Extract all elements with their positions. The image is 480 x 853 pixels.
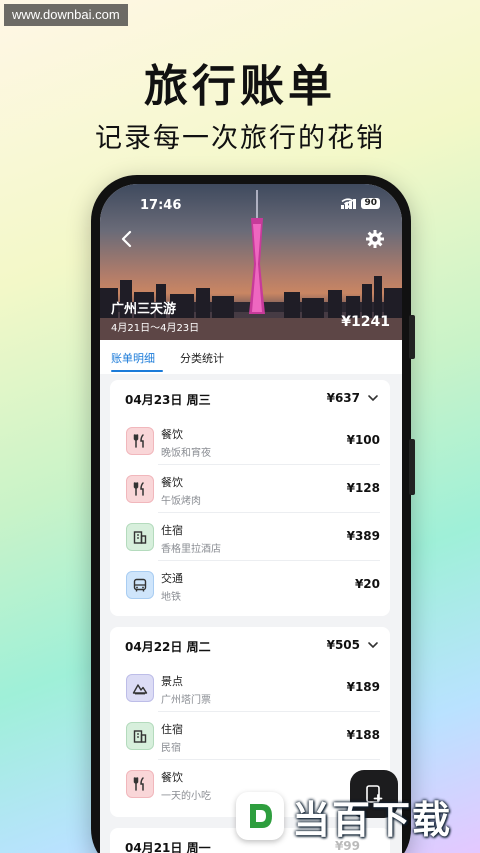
tab-category-stats[interactable]: 分类统计	[180, 350, 224, 366]
trip-cover-image: 17:46 90 广州三天游 4月21日～4月23日 ¥1241	[100, 184, 402, 340]
tab-bill-details[interactable]: 账单明细	[111, 350, 155, 366]
day-total: ¥505	[326, 638, 360, 652]
hotel-icon	[126, 722, 154, 750]
expense-note: 香格里拉酒店	[161, 544, 221, 555]
bus-icon	[126, 571, 154, 599]
day-date: 04月21日 周一	[125, 841, 211, 853]
promo-headline: 旅行账单 记录每一次旅行的花销	[0, 60, 480, 155]
expense-row[interactable]: 景点 广州塔门票 ¥189	[110, 663, 390, 711]
day-card: 04月23日 周三 ¥637 餐饮 晚饭和宵夜 ¥100 餐饮 午饭烤肉 ¥12…	[110, 380, 390, 616]
expense-amount: ¥188	[346, 728, 380, 742]
expense-note: 广州塔门票	[161, 695, 211, 706]
day-date: 04月22日 周二	[125, 640, 211, 654]
watermark: www.downbai.com	[4, 4, 128, 26]
chevron-down-icon	[368, 395, 378, 402]
phone-side-button	[409, 315, 415, 359]
trip-dates: 4月21日～4月23日	[111, 323, 200, 334]
chevron-down-icon	[368, 642, 378, 649]
expense-note: 民宿	[161, 743, 181, 754]
logo-mark-icon	[236, 792, 284, 840]
expense-row[interactable]: 交通 地铁 ¥20	[110, 560, 390, 608]
chevron-left-icon	[121, 230, 132, 248]
expense-category: 餐饮	[161, 428, 183, 441]
day-date: 04月23日 周三	[125, 393, 211, 407]
utensils-icon	[126, 770, 154, 798]
expense-row[interactable]: 餐饮 午饭烤肉 ¥128	[110, 464, 390, 512]
expense-amount: ¥100	[346, 433, 380, 447]
day-total: ¥637	[326, 391, 360, 405]
day-header[interactable]: 04月22日 周二 ¥505	[110, 627, 390, 663]
tab-bar: 账单明细 分类统计	[100, 340, 402, 374]
wifi-icon	[341, 198, 355, 208]
app-screen: 17:46 90 广州三天游 4月21日～4月23日 ¥1241 账单明细 分类…	[100, 184, 402, 853]
expense-row[interactable]: 住宿 民宿 ¥188	[110, 711, 390, 759]
status-icons: 90	[341, 198, 380, 209]
expense-category: 交通	[161, 572, 183, 585]
status-time: 17:46	[140, 198, 182, 213]
hotel-icon	[126, 523, 154, 551]
expense-note: 晚饭和宵夜	[161, 448, 211, 459]
expense-amount: ¥389	[346, 529, 380, 543]
expense-note: 午饭烤肉	[161, 496, 201, 507]
canton-tower-image	[249, 190, 265, 314]
phone-side-button	[409, 439, 415, 495]
site-logo: 当百下载	[236, 790, 452, 842]
phone-frame: 17:46 90 广州三天游 4月21日～4月23日 ¥1241 账单明细 分类…	[91, 175, 415, 853]
logo-text: 当百下载	[292, 797, 453, 842]
promo-subtitle: 记录每一次旅行的花销	[95, 123, 385, 154]
mountain-icon	[126, 674, 154, 702]
expense-amount: ¥20	[354, 577, 380, 591]
expense-category: 住宿	[161, 723, 183, 736]
promo-title: 旅行账单	[144, 61, 336, 112]
day-header[interactable]: 04月23日 周三 ¥637	[110, 380, 390, 416]
utensils-icon	[126, 475, 154, 503]
expense-category: 住宿	[161, 524, 183, 537]
expense-row[interactable]: 住宿 香格里拉酒店 ¥389	[110, 512, 390, 560]
back-button[interactable]	[117, 228, 139, 250]
expense-category: 餐饮	[161, 771, 183, 784]
trip-total: ¥1241	[341, 314, 390, 330]
expense-note: 一天的小吃	[161, 791, 211, 802]
active-tab-indicator	[111, 370, 163, 372]
expense-category: 景点	[161, 675, 183, 688]
utensils-icon	[126, 427, 154, 455]
expense-category: 餐饮	[161, 476, 183, 489]
expense-amount: ¥189	[346, 680, 380, 694]
settings-button[interactable]	[364, 228, 386, 250]
expense-row[interactable]: 餐饮 晚饭和宵夜 ¥100	[110, 416, 390, 464]
trip-name: 广州三天游	[111, 302, 177, 317]
expense-amount: ¥128	[346, 481, 380, 495]
battery-icon: 90	[361, 198, 380, 209]
expense-note: 地铁	[161, 592, 181, 603]
gear-icon	[366, 230, 384, 248]
